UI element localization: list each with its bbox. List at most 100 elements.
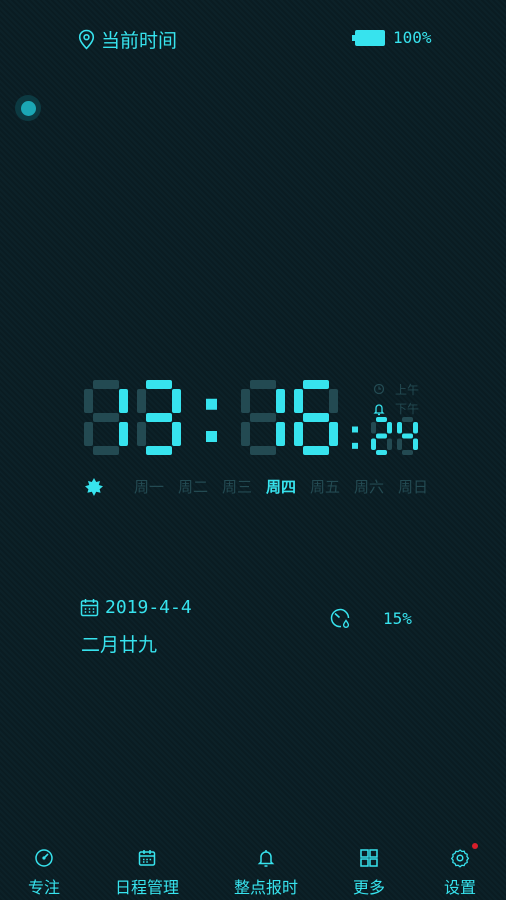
segment-a: [146, 380, 172, 389]
segment-d: [402, 450, 413, 455]
nav-more[interactable]: 更多: [353, 848, 385, 898]
segment-f: [371, 422, 376, 434]
segment-g: [402, 433, 413, 439]
segment-a: [376, 417, 387, 422]
nav-schedule-label: 日程管理: [114, 878, 180, 897]
segment-d: [250, 446, 276, 455]
colon-dot-top: [206, 398, 217, 410]
segment-b: [276, 389, 285, 413]
segment-e: [371, 438, 376, 450]
grid-icon: [360, 849, 378, 867]
segment-c: [119, 422, 128, 446]
segment-e: [137, 422, 146, 446]
weekday-mon: 周一: [133, 478, 164, 496]
nav-focus-label: 专注: [27, 878, 61, 897]
nav-focus[interactable]: 专注: [28, 848, 60, 898]
settings-badge: [472, 843, 478, 849]
segment-a: [250, 380, 276, 389]
location-label: 当前时间: [101, 30, 178, 52]
location-header: 当前时间: [78, 26, 177, 53]
segment-b: [387, 422, 392, 434]
segment-c: [276, 422, 285, 446]
segment-d: [146, 446, 172, 455]
segment-b: [119, 389, 128, 413]
bell-icon: [257, 850, 275, 867]
segment-a: [303, 380, 329, 389]
seconds-colon: [352, 426, 358, 449]
focus-icon: [35, 849, 53, 867]
segment-g: [250, 413, 276, 422]
alarm-pin-icon: [373, 383, 385, 395]
segment-g: [146, 413, 172, 422]
segment-e: [241, 422, 250, 446]
weekday-thu: 周四: [265, 478, 296, 496]
colon-dot-bottom: [352, 442, 358, 449]
weekday-sat: 周六: [353, 478, 384, 496]
nav-settings[interactable]: 设置: [444, 848, 476, 898]
humidity-value: 15%: [383, 608, 412, 628]
segment-g: [93, 413, 119, 422]
segment-e: [397, 438, 402, 450]
segment-d: [376, 450, 387, 455]
segment-a: [93, 380, 119, 389]
weekday-fri: 周五: [309, 478, 340, 496]
pm-indicator: 下午: [373, 400, 419, 417]
nav-hourly-chime-label: 整点报时: [233, 878, 299, 897]
am-label: 上午: [395, 383, 420, 397]
segment-g: [303, 413, 329, 422]
gear-icon: [450, 849, 470, 868]
segment-c: [387, 438, 392, 450]
weekday-row: 周一 周二 周三 周四 周五 周六 周日: [83, 476, 435, 497]
solar-date: 2019-4-4: [105, 597, 192, 618]
battery-text: 100%: [393, 28, 432, 47]
weekday-sun: 周日: [397, 478, 428, 496]
segment-c: [329, 422, 338, 446]
hour-ones-digit: [137, 380, 181, 455]
calendar-icon: [80, 599, 99, 617]
segment-b: [413, 422, 418, 434]
minute-tens-digit: [241, 380, 285, 455]
segment-b: [172, 389, 181, 413]
floating-button[interactable]: [15, 95, 41, 121]
location-pin-icon: [78, 29, 95, 50]
segment-f: [241, 389, 250, 413]
time-colon: [206, 398, 217, 442]
segment-g: [376, 433, 387, 439]
lunar-date: 二月廿九: [81, 634, 158, 656]
segment-b: [329, 389, 338, 413]
nav-schedule[interactable]: 日程管理: [115, 848, 179, 898]
weekday-tue: 周二: [177, 478, 208, 496]
floating-dot-icon: [20, 100, 36, 116]
segment-e: [84, 422, 93, 446]
segment-e: [294, 422, 303, 446]
humidity-gauge-icon: [330, 608, 350, 628]
weekday-wed: 周三: [221, 478, 252, 496]
battery-icon: [352, 29, 385, 46]
pm-label: 下午: [395, 402, 420, 416]
schedule-calendar-icon: [138, 850, 156, 866]
segment-c: [413, 438, 418, 450]
date-row: 2019-4-4: [80, 597, 192, 618]
segment-d: [93, 446, 119, 455]
segment-f: [84, 389, 93, 413]
bell-small-icon: [373, 403, 385, 415]
am-indicator: 上午: [373, 381, 419, 398]
humidity-row: 15%: [329, 607, 412, 629]
segment-c: [172, 422, 181, 446]
minute-ones-digit: [294, 380, 338, 455]
segment-f: [294, 389, 303, 413]
segment-f: [397, 422, 402, 434]
second-tens-digit: [371, 417, 392, 455]
maple-leaf-icon: [85, 477, 103, 496]
colon-dot-top: [352, 426, 358, 433]
segment-d: [303, 446, 329, 455]
segment-a: [402, 417, 413, 422]
nav-settings-label: 设置: [443, 878, 477, 897]
second-ones-digit: [397, 417, 418, 455]
nav-hourly-chime[interactable]: 整点报时: [234, 848, 298, 898]
segment-f: [137, 389, 146, 413]
battery-status: 100%: [352, 28, 432, 47]
colon-dot-bottom: [206, 431, 217, 442]
nav-more-label: 更多: [352, 878, 386, 897]
hour-tens-digit: [84, 380, 128, 455]
